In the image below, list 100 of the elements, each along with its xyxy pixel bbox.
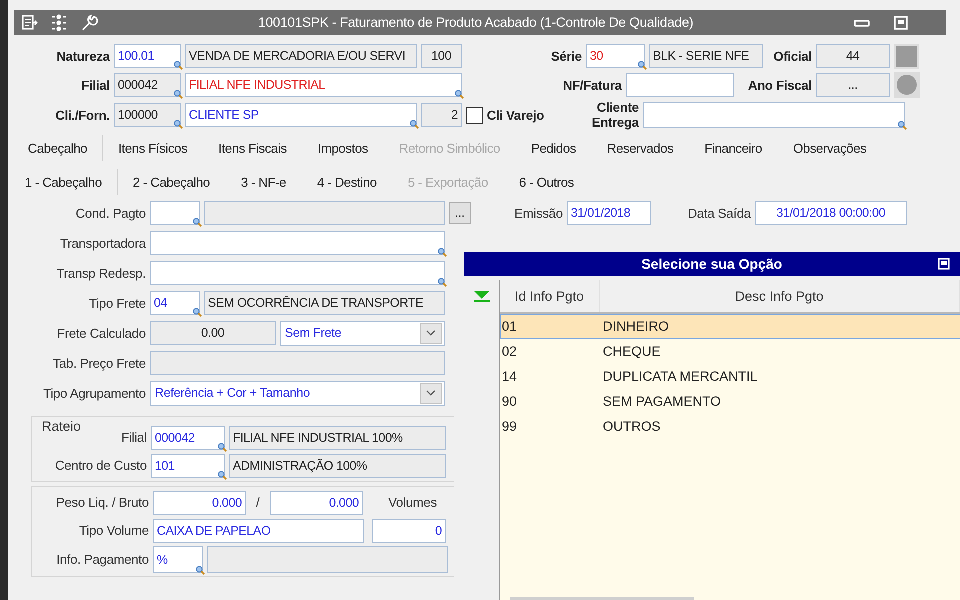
table-cell-text: SEM PAGAMENTO [602, 394, 722, 409]
scrollbar[interactable] [510, 597, 694, 600]
input-field[interactable]: VENDA DE MERCADORIA E/OU SERVI [185, 44, 417, 68]
tab[interactable]: Impostos [302, 135, 384, 161]
table-cell-text: DINHEIRO [602, 319, 670, 334]
chevron-icon [426, 390, 436, 396]
grid-row[interactable]: 02 CHEQUE [500, 339, 960, 364]
grid-row[interactable]: 14 DUPLICATA MERCANTIL [500, 364, 960, 389]
dropdown-button[interactable] [420, 382, 442, 404]
minimize-icon[interactable] [854, 18, 870, 28]
field-label: NF/Fatura [562, 78, 622, 92]
table-cell-text: 14 [501, 369, 518, 384]
field-label: Centro de Custo [54, 458, 147, 473]
tab[interactable]: 6 - Outros [504, 169, 590, 195]
document-arrow-icon[interactable] [22, 14, 38, 30]
tab[interactable]: Pedidos [516, 135, 592, 161]
search-icon[interactable] [410, 120, 419, 129]
tab[interactable]: Itens Físicos [103, 135, 204, 161]
search-icon[interactable] [218, 442, 227, 452]
tab[interactable]: 4 - Destino [302, 169, 393, 195]
maximize-icon[interactable] [938, 258, 950, 270]
separator-label: / [255, 495, 261, 510]
tab[interactable]: Observações [778, 135, 883, 161]
input-field[interactable] [207, 546, 448, 573]
table-cell-text: 99 [501, 419, 518, 434]
search-icon[interactable] [438, 278, 447, 287]
input-field[interactable] [150, 231, 445, 255]
input-field[interactable]: FILIAL NFE INDUSTRIAL 100% [229, 426, 446, 450]
search-icon[interactable] [438, 248, 447, 257]
input-field[interactable]: % [153, 546, 203, 573]
tab[interactable]: 1 - Cabeçalho [23, 169, 118, 195]
grid-row[interactable]: 90 SEM PAGAMENTO [500, 389, 960, 414]
group-title: Rateio [42, 420, 82, 434]
column-header[interactable]: Id Info Pgto [500, 280, 600, 312]
input-field[interactable]: ... [816, 73, 890, 97]
input-field[interactable]: 100000 [114, 103, 181, 127]
dropdown-button[interactable] [420, 322, 442, 344]
wrench-icon[interactable] [80, 14, 98, 32]
dialog-title: Selecione sua Opção [642, 256, 782, 272]
search-icon[interactable] [898, 121, 907, 130]
input-field[interactable]: 101 [151, 454, 225, 478]
dropdown-field[interactable]: Sem Frete [280, 320, 445, 346]
tab[interactable]: Itens Fiscais [204, 135, 303, 161]
input-field[interactable]: ADMINISTRAÇÃO 100% [229, 454, 446, 478]
field-label: Emissão [514, 206, 563, 220]
input-field[interactable]: 0.000 [270, 490, 363, 514]
input-field[interactable]: 000042 [151, 426, 225, 450]
input-field[interactable]: 44 [816, 44, 890, 68]
input-field[interactable] [150, 351, 445, 375]
tab[interactable]: Financeiro [690, 135, 778, 161]
field-label: Tipo Frete [88, 296, 146, 310]
field-label: Cliente Entrega [590, 100, 639, 130]
input-field[interactable]: BLK - SERIE NFE [649, 44, 763, 68]
input-field[interactable] [626, 73, 734, 97]
search-icon[interactable] [218, 470, 227, 480]
grid-row[interactable]: 99 OUTROS [500, 414, 960, 439]
input-field[interactable]: SEM OCORRÊNCIA DE TRANSPORTE [204, 291, 445, 315]
field-label: Volumes [388, 495, 437, 510]
input-field[interactable]: 0.000 [153, 490, 246, 514]
input-field[interactable]: 31/01/2018 00:00:00 [755, 201, 907, 225]
search-icon[interactable] [193, 218, 202, 227]
input-field[interactable] [204, 201, 445, 225]
input-field[interactable]: CLIENTE SP [185, 103, 417, 127]
search-icon[interactable] [174, 120, 183, 129]
input-field[interactable]: 0 [372, 518, 446, 542]
search-icon[interactable] [638, 61, 647, 70]
tab[interactable]: Cabeçalho [26, 135, 104, 161]
grid-row[interactable]: 01 DINHEIRO [500, 314, 960, 339]
input-field[interactable] [150, 201, 200, 225]
input-field[interactable]: 0.00 [150, 321, 276, 345]
checkbox[interactable] [466, 106, 483, 124]
column-header[interactable]: Desc Info Pgto [600, 280, 960, 312]
search-icon[interactable] [193, 308, 202, 317]
tab[interactable]: Reservados [592, 135, 690, 161]
ellipsis-button[interactable]: ... [449, 202, 471, 224]
field-label: Filial [80, 78, 110, 92]
traffic-light-icon[interactable] [50, 14, 68, 32]
tab[interactable]: 3 - NF-e [226, 169, 302, 195]
input-field[interactable]: 100.01 [114, 44, 181, 68]
search-icon[interactable] [174, 61, 183, 70]
input-field[interactable]: 2 [421, 103, 462, 127]
search-icon[interactable] [174, 90, 183, 99]
search-icon[interactable] [196, 566, 205, 575]
input-field[interactable]: 04 [150, 291, 200, 315]
tab[interactable]: 2 - Cabeçalho [118, 169, 226, 195]
table-cell-text: OUTROS [602, 419, 662, 434]
field-label: Série [550, 48, 582, 64]
field-label: Transp Redesp. [56, 266, 146, 280]
dropdown-field[interactable]: Referência + Cor + Tamanho [150, 380, 445, 406]
input-field[interactable]: 31/01/2018 [567, 201, 651, 225]
input-field[interactable]: 30 [586, 44, 645, 68]
filter-arrow-icon[interactable] [472, 290, 490, 302]
search-icon[interactable] [455, 90, 464, 99]
input-field[interactable] [643, 102, 905, 128]
input-field[interactable]: 000042 [114, 73, 181, 97]
input-field[interactable]: 100 [421, 44, 462, 68]
input-field[interactable] [150, 261, 445, 285]
color-swatch[interactable] [894, 44, 919, 68]
input-field[interactable]: FILIAL NFE INDUSTRIAL [185, 73, 462, 97]
input-field[interactable]: CAIXA DE PAPELAO [153, 518, 364, 542]
